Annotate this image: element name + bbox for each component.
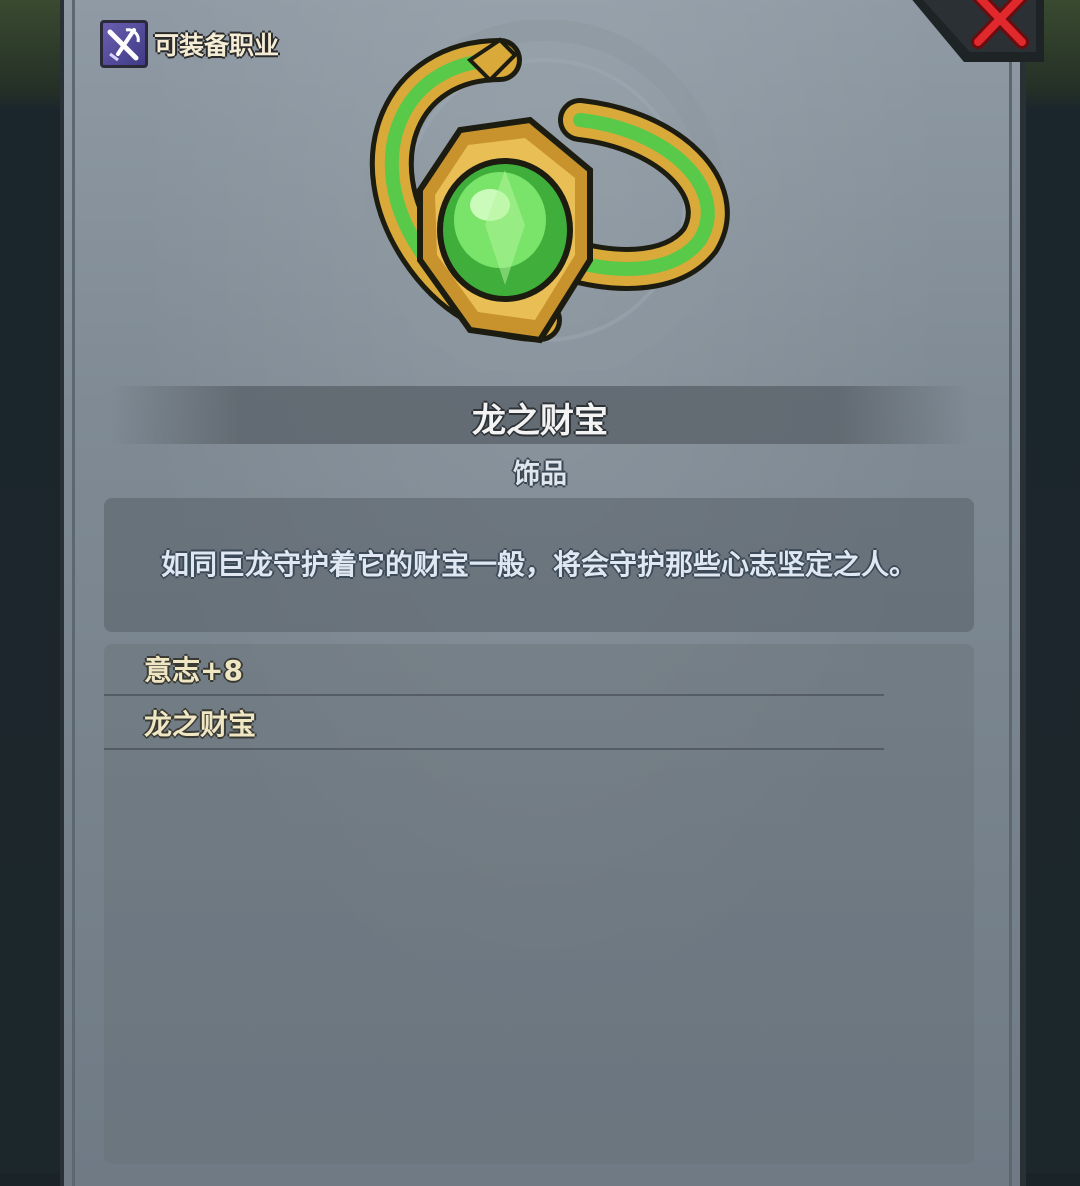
equippable-class-label: 可装备职业 xyxy=(154,31,280,60)
item-description: 如同巨龙守护着它的财宝一般，将会守护那些心志坚定之人。 xyxy=(160,548,917,581)
panel-border-right xyxy=(1009,0,1012,1186)
stat-row: 龙之财宝 xyxy=(104,698,884,750)
equippable-class-badge[interactable]: 可装备职业 xyxy=(100,20,279,68)
item-type: 饰品 xyxy=(513,459,567,490)
emerald-ring-icon xyxy=(340,19,740,381)
background-right xyxy=(1020,0,1080,1173)
panel-border-left xyxy=(72,0,75,1186)
stat-text: 龙之财宝 xyxy=(144,708,257,741)
close-button[interactable] xyxy=(904,0,1044,62)
item-stats-box: 意志+8 龙之财宝 xyxy=(104,644,974,1164)
item-description-box: 如同巨龙守护着它的财宝一般，将会守护那些心志坚定之人。 xyxy=(104,498,974,632)
crossed-weapons-icon xyxy=(100,20,148,68)
item-name: 龙之财宝 xyxy=(472,401,608,441)
stat-row: 意志+8 xyxy=(104,644,884,696)
stat-text: 意志+8 xyxy=(144,654,243,687)
